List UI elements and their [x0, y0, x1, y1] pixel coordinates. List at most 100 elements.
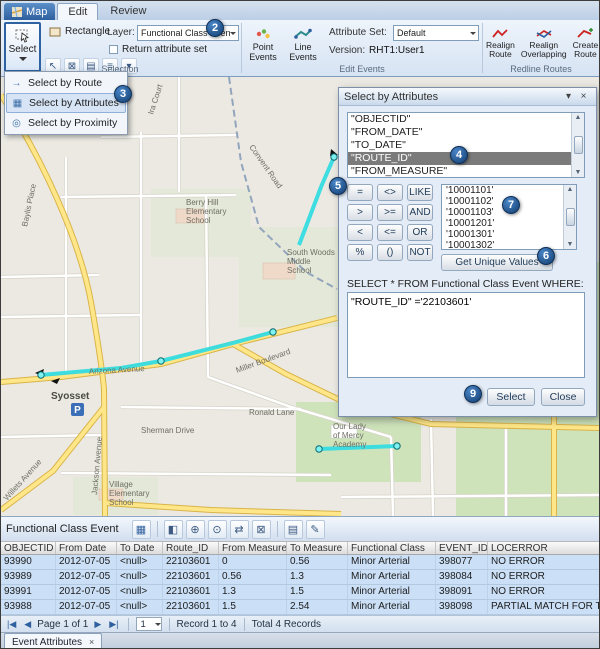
table-cell: 1.5 [287, 585, 348, 599]
edit-attributes-icon[interactable]: ✎ [306, 520, 325, 539]
column-header-objectid[interactable]: OBJECTID [1, 542, 56, 554]
tab-close-icon[interactable]: × [89, 637, 94, 647]
dialog-menu-caret-icon[interactable]: ▾ [561, 90, 576, 104]
table-cell: 22103601 [163, 600, 219, 614]
scroll-up-icon[interactable]: ▲ [575, 114, 582, 121]
menu-item-select-by-attributes[interactable]: ▦Select by Attributes [6, 93, 126, 113]
swap-selection-icon[interactable]: ⇄ [230, 520, 249, 539]
callout-9: 9 [464, 385, 482, 403]
attribute-set-caret [470, 32, 476, 38]
next-page-button[interactable]: ▶ [92, 617, 103, 632]
value-item[interactable]: '10001301' [442, 229, 576, 240]
operator-parentheses-button[interactable]: () [377, 244, 403, 261]
operator-percent-button[interactable]: % [347, 244, 373, 261]
column-header-to-date[interactable]: To Date [117, 542, 163, 554]
realign-route-button[interactable]: Realign Route [485, 22, 516, 64]
value-item[interactable]: '10001201' [442, 218, 576, 229]
column-header-from-measure[interactable]: From Measure [219, 542, 287, 554]
rectangle-tool-button[interactable]: Rectangle [45, 24, 114, 39]
table-header-row: OBJECTIDFrom DateTo DateRoute_IDFrom Mea… [1, 541, 600, 555]
field-item[interactable]: "FROM_MEASURE" [348, 165, 584, 178]
scroll-thumb[interactable] [566, 208, 575, 226]
page-number-dropdown[interactable]: 1 [136, 617, 162, 631]
route-vertex[interactable] [270, 329, 276, 335]
table-cell: 1.5 [219, 600, 287, 614]
table-cell: 93989 [1, 570, 56, 584]
tab-event-attributes[interactable]: Event Attributes × [4, 633, 102, 649]
scroll-down-icon[interactable]: ▼ [567, 241, 574, 248]
pan-to-selected-icon[interactable]: ⊙ [208, 520, 227, 539]
line-events-button[interactable]: Line Events [285, 22, 321, 68]
edit-events-group-label: Edit Events [245, 64, 479, 74]
tab-edit[interactable]: Edit [57, 3, 98, 20]
operator-greater-or-equal-button[interactable]: >= [377, 204, 403, 221]
route-vertex[interactable] [316, 446, 322, 452]
attribute-set-dropdown[interactable]: Default [393, 25, 479, 41]
operator-greater-button[interactable]: > [347, 204, 373, 221]
last-page-button[interactable]: ▶| [107, 617, 120, 632]
menu-item-select-by-proximity[interactable]: ◎Select by Proximity [6, 113, 126, 133]
clear-selection-icon[interactable]: ⊠ [252, 520, 271, 539]
table-body: 939902012-07-05<null>2210360100.56Minor … [1, 555, 600, 615]
scroll-up-icon[interactable]: ▲ [567, 186, 574, 193]
operator-or-button[interactable]: OR [407, 224, 433, 241]
dialog-close-icon[interactable]: × [576, 90, 591, 104]
previous-page-button[interactable]: ◀ [22, 617, 33, 632]
operator-like-button[interactable]: LIKE [407, 184, 433, 201]
field-item[interactable]: "OBJECTID" [348, 113, 584, 126]
map-label: Sherman Drive [141, 426, 195, 435]
line-events-label: Line Events [286, 42, 320, 62]
route-vertex[interactable] [158, 358, 164, 364]
tab-review[interactable]: Review [100, 3, 156, 20]
field-item[interactable]: "FROM_DATE" [348, 126, 584, 139]
map-tab-icon [12, 7, 22, 17]
field-list-scrollbar[interactable]: ▲ ▼ [571, 113, 584, 177]
table-cell: PARTIAL MATCH FOR THE TO-... [488, 600, 600, 614]
operator-not-equals-button[interactable]: <> [377, 184, 403, 201]
dialog-titlebar[interactable]: Select by Attributes ▾ × [339, 88, 596, 106]
values-list-scrollbar[interactable]: ▲ ▼ [563, 185, 576, 249]
scroll-down-icon[interactable]: ▼ [575, 169, 582, 176]
table-cell: 398098 [436, 600, 488, 614]
first-page-button[interactable]: |◀ [5, 617, 18, 632]
return-attribute-set-checkbox[interactable]: Return attribute set [109, 44, 207, 55]
column-header-route-id[interactable]: Route_ID [163, 542, 219, 554]
value-item[interactable]: '10001101' [442, 185, 576, 196]
where-clause-input[interactable]: "ROUTE_ID" ='22103601' [347, 292, 585, 378]
column-header-to-measure[interactable]: To Measure [287, 542, 348, 554]
values-list: ▲ ▼ '10001101''10001102''10001103''10001… [441, 184, 577, 250]
operator-equals-button[interactable]: = [347, 184, 373, 201]
operator-and-button[interactable]: AND [407, 204, 433, 221]
ribbon: Map Edit Review Select Rectangle Layer: [1, 1, 600, 77]
route-vertex[interactable] [331, 154, 337, 160]
operator-not-button[interactable]: NOT [407, 244, 433, 261]
operator-less-button[interactable]: < [347, 224, 373, 241]
scroll-thumb[interactable] [574, 136, 583, 154]
event-attributes-panel: Functional Class Event ▦◧⊕⊙⇄⊠▤✎ OBJECTID… [1, 516, 600, 632]
table-cell: 1.3 [219, 585, 287, 599]
operator-less-or-equal-button[interactable]: <= [377, 224, 403, 241]
point-events-button[interactable]: Point Events [245, 22, 281, 68]
dialog-select-button[interactable]: Select [487, 388, 535, 406]
table-row[interactable]: 939902012-07-05<null>2210360100.56Minor … [1, 555, 600, 570]
realign-overlapping-button[interactable]: Realign Overlapping [520, 22, 568, 64]
table-row[interactable]: 939912012-07-05<null>221036011.31.5Minor… [1, 585, 600, 600]
table-icon[interactable]: ▤ [284, 520, 303, 539]
dialog-close-button[interactable]: Close [541, 388, 585, 406]
zoom-to-selected-icon[interactable]: ⊕ [186, 520, 205, 539]
menu-item-select-by-route[interactable]: →Select by Route [6, 73, 126, 93]
column-header-locerror[interactable]: LOCERROR [488, 542, 600, 554]
create-route-button[interactable]: Create Route [572, 22, 600, 64]
column-header-functional-class[interactable]: Functional Class [348, 542, 436, 554]
table-row[interactable]: 939892012-07-05<null>221036010.561.3Mino… [1, 570, 600, 585]
table-row[interactable]: 939882012-07-05<null>221036011.52.54Mino… [1, 600, 600, 615]
show-selected-icon[interactable]: ◧ [164, 520, 183, 539]
column-header-from-date[interactable]: From Date [56, 542, 117, 554]
route-vertex[interactable] [38, 372, 44, 378]
panel-options-icon[interactable]: ▦ [132, 520, 151, 539]
tab-map[interactable]: Map [4, 3, 55, 20]
value-item[interactable]: '10001302' [442, 240, 576, 250]
column-header-event-id[interactable]: EVENT_ID [436, 542, 488, 554]
table-cell: Minor Arterial [348, 555, 436, 569]
route-vertex[interactable] [394, 443, 400, 449]
